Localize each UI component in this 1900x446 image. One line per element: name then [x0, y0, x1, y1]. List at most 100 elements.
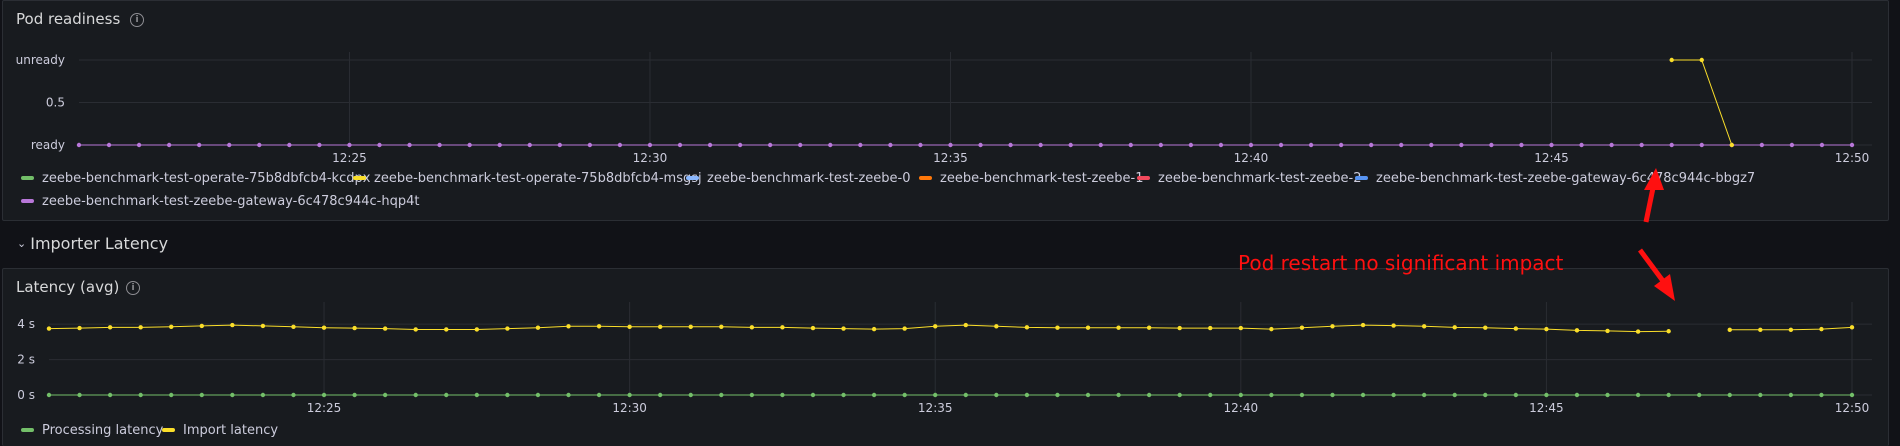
data-point: [933, 392, 938, 398]
data-point: [227, 142, 232, 148]
data-point: [1459, 142, 1464, 148]
data-point: [166, 142, 172, 148]
data-point: [1299, 392, 1305, 398]
data-point: [1549, 142, 1554, 148]
data-point: [780, 392, 785, 398]
legend-swatch: [162, 427, 175, 432]
data-point: [1513, 392, 1519, 398]
y-tick-label: 2 s: [17, 353, 35, 367]
data-point: [780, 325, 785, 330]
info-icon[interactable]: i: [126, 281, 140, 295]
data-point: [1452, 392, 1457, 398]
data-point: [1208, 325, 1213, 331]
legend-item[interactable]: Import latency: [162, 423, 278, 438]
data-point: [1177, 325, 1182, 331]
data-point: [1116, 325, 1121, 330]
data-point: [963, 392, 968, 398]
data-point: [321, 325, 327, 330]
data-point: [1269, 392, 1274, 398]
data-point: [1421, 324, 1427, 329]
data-point: [1391, 323, 1396, 328]
data-point: [841, 326, 846, 331]
data-point: [382, 326, 388, 331]
data-point: [1639, 142, 1644, 148]
data-point: [1544, 392, 1549, 398]
data-point: [596, 324, 602, 329]
data-point: [902, 392, 907, 398]
legend-item[interactable]: Processing latency: [21, 423, 163, 438]
data-point: [627, 392, 632, 398]
data-point: [1699, 57, 1704, 63]
x-tick-label: 12:50: [1835, 151, 1870, 165]
data-point: [377, 142, 382, 148]
data-point: [948, 142, 953, 148]
data-point: [1819, 392, 1824, 398]
data-point: [347, 142, 352, 148]
data-point: [257, 142, 262, 148]
data-point: [677, 142, 683, 148]
data-point: [1008, 142, 1013, 148]
data-point: [1635, 329, 1641, 334]
data-point: [1098, 142, 1103, 148]
data-point: [1360, 322, 1366, 328]
data-point: [1727, 392, 1732, 398]
data-point: [1699, 142, 1704, 148]
y-tick-label: 4 s: [17, 317, 35, 331]
data-point: [1788, 327, 1794, 333]
data-point: [627, 324, 632, 330]
data-point: [230, 322, 235, 328]
data-point: [1605, 392, 1610, 398]
legend-swatch: [1355, 175, 1368, 180]
data-point: [1758, 327, 1763, 333]
legend-swatch: [919, 175, 932, 180]
x-tick-label: 12:50: [1835, 401, 1870, 415]
data-point: [260, 392, 266, 398]
data-point: [1609, 142, 1614, 148]
data-point: [1116, 392, 1121, 398]
x-tick-label: 12:25: [332, 151, 367, 165]
data-point: [1391, 392, 1396, 398]
legend-swatch: [1137, 175, 1150, 180]
data-point: [535, 392, 541, 398]
chevron-down-icon: ⌄: [17, 237, 27, 250]
data-point: [1177, 392, 1182, 398]
data-point: [138, 325, 143, 330]
y-tick-label: ready: [31, 138, 65, 152]
data-point: [767, 142, 773, 148]
legend-label: Processing latency: [42, 423, 164, 438]
data-point: [1278, 142, 1284, 148]
data-point: [1421, 392, 1427, 398]
data-point: [1085, 325, 1091, 330]
data-point: [1158, 142, 1164, 148]
data-point: [76, 142, 82, 148]
data-point: [46, 392, 52, 398]
row-importer-latency[interactable]: ⌄ Importer Latency: [17, 234, 168, 253]
data-point: [902, 326, 907, 331]
y-tick-label: 0 s: [17, 388, 35, 402]
data-point: [287, 142, 292, 148]
legend-item[interactable]: zeebe-benchmark-test-zeebe-gateway-6c478…: [21, 194, 419, 209]
x-tick-label: 12:45: [1529, 401, 1564, 415]
data-point: [1429, 142, 1434, 148]
data-point: [291, 324, 296, 330]
data-point: [107, 325, 113, 330]
data-point: [46, 326, 52, 331]
data-point: [535, 325, 541, 330]
data-point: [1635, 392, 1641, 398]
data-point: [978, 142, 983, 148]
data-point: [810, 392, 816, 398]
data-point: [1299, 325, 1305, 330]
data-point: [1819, 326, 1824, 332]
data-point: [918, 142, 923, 148]
data-point: [107, 392, 113, 398]
data-point: [557, 142, 563, 148]
x-tick-label: 12:25: [307, 401, 342, 415]
data-point: [352, 392, 357, 398]
panel-title[interactable]: Latency (avg): [16, 278, 119, 296]
data-point: [994, 392, 999, 398]
data-point: [527, 142, 532, 148]
data-point: [1579, 142, 1584, 148]
data-point: [505, 326, 510, 331]
annotation-text: Pod restart no significant impact: [1238, 251, 1564, 275]
data-point: [260, 323, 266, 329]
